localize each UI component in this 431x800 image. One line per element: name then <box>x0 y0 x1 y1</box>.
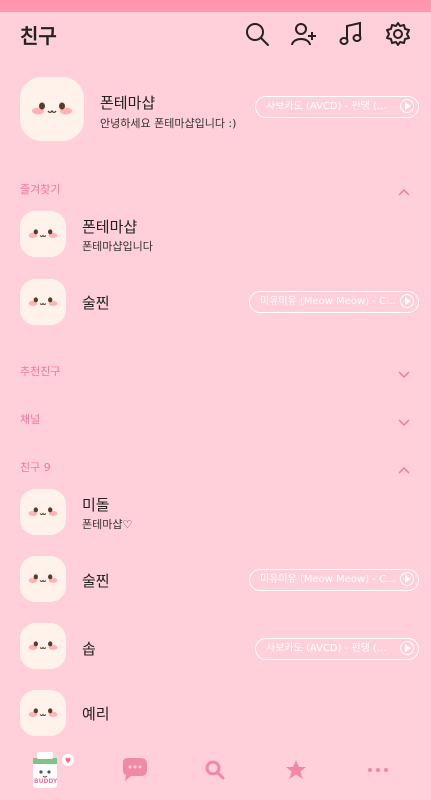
favorite-name: 술찐 <box>82 294 110 312</box>
section-channel: 채널 <box>20 413 41 426</box>
friend-music[interactable]: 미유미유 (Meow Meow) - C... <box>249 569 419 591</box>
tab-more-icon[interactable] <box>360 752 396 788</box>
play-icon <box>400 99 414 113</box>
add-friend-icon[interactable] <box>290 20 318 48</box>
music-label: 사보카도 (AVCD) - 펀댕 (... <box>266 643 387 654</box>
chevron-up-icon[interactable] <box>397 460 411 474</box>
favorite-avatar[interactable] <box>20 211 66 257</box>
tab-friends-buddy-icon[interactable] <box>28 748 76 796</box>
music-label: 미유미유 (Meow Meow) - C... <box>260 296 396 307</box>
my-profile-name: 폰테마샵 <box>100 94 156 112</box>
search-icon[interactable] <box>243 20 271 48</box>
play-icon <box>400 294 414 308</box>
play-icon <box>400 641 414 655</box>
music-label: 사보카도 (AVCD) - 펀댕 (... <box>266 101 387 112</box>
section-favorites: 즐겨찾기 <box>20 183 61 196</box>
play-icon <box>400 572 414 586</box>
my-profile-status: 안녕하세요 폰테마샵입니다 :) <box>100 117 237 130</box>
friend-avatar[interactable] <box>20 556 66 602</box>
settings-gear-icon[interactable] <box>384 20 412 48</box>
music-label: 미유미유 (Meow Meow) - C... <box>260 574 396 585</box>
friend-avatar[interactable] <box>20 623 66 669</box>
header: 친구 <box>0 12 431 60</box>
favorite-name: 폰테마샵 <box>82 218 138 236</box>
friend-name: 솝 <box>82 640 96 658</box>
my-profile-avatar[interactable] <box>20 77 84 141</box>
my-profile-music[interactable]: 사보카도 (AVCD) - 펀댕 (... <box>255 96 419 118</box>
section-recommended: 추천친구 <box>20 365 61 378</box>
friend-avatar[interactable] <box>20 489 66 535</box>
tab-favorites-star-icon[interactable] <box>278 752 314 788</box>
friend-music[interactable]: 사보카도 (AVCD) - 펀댕 (... <box>255 638 419 660</box>
status-bar-strip <box>0 0 431 12</box>
bottom-tab-bar: BUDDY <box>0 740 431 800</box>
favorite-status: 폰테마샵입니다 <box>82 240 153 253</box>
favorite-avatar[interactable] <box>20 279 66 325</box>
tab-chat-icon[interactable] <box>117 752 153 788</box>
buddy-badge-label: BUDDY <box>34 778 58 785</box>
friend-name: 미돌 <box>82 496 110 514</box>
favorite-music[interactable]: 미유미유 (Meow Meow) - C... <box>249 291 419 313</box>
friend-name: 술찐 <box>82 572 110 590</box>
page-title: 친구 <box>20 24 57 48</box>
chevron-up-icon[interactable] <box>397 182 411 196</box>
friend-status: 폰테마샵♡ <box>82 518 133 531</box>
chevron-down-icon[interactable] <box>397 364 411 379</box>
music-icon[interactable] <box>337 20 365 48</box>
chevron-down-icon[interactable] <box>397 412 411 427</box>
tab-search-icon[interactable] <box>197 752 233 788</box>
friend-avatar[interactable] <box>20 690 66 736</box>
friend-name: 예리 <box>82 705 110 723</box>
section-friends: 친구 9 <box>20 461 51 474</box>
